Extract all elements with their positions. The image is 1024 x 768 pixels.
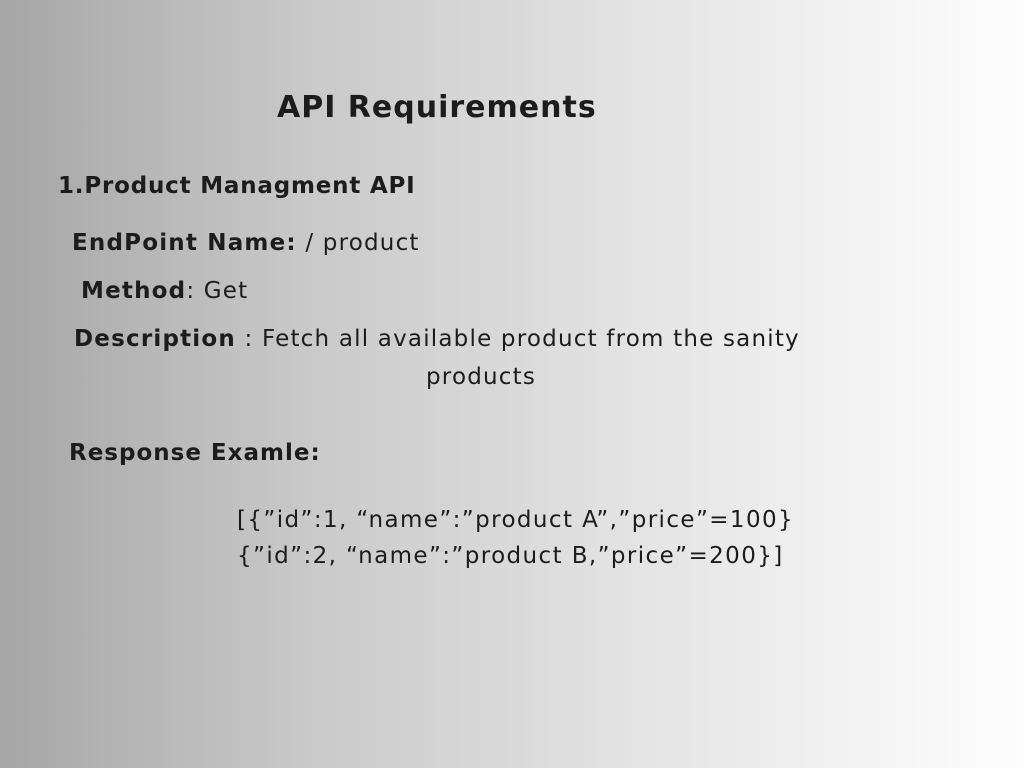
description-row: Description : Fetch all available produc… [74, 326, 800, 352]
method-label: Method [81, 278, 187, 304]
endpoint-label: EndPoint Name: [72, 230, 297, 256]
section-heading: 1.Product Managment API [58, 173, 416, 199]
method-row: Method: Get [81, 278, 248, 304]
method-value: : Get [186, 278, 249, 304]
response-example-line: [{”id”:1, “name”:”product A”,”price”=100… [237, 507, 795, 533]
response-example-label: Response Examle: [69, 440, 321, 466]
description-value-line1: : Fetch all available product from the s… [235, 326, 800, 352]
page-title: API Requirements [277, 90, 597, 125]
description-label: Description [74, 326, 236, 352]
description-value-line2: products [426, 364, 537, 390]
endpoint-value: / product [296, 230, 420, 256]
response-example-line: {”id”:2, “name”:”product B,”price”=200}] [237, 543, 784, 569]
endpoint-row: EndPoint Name: / product [72, 230, 420, 256]
